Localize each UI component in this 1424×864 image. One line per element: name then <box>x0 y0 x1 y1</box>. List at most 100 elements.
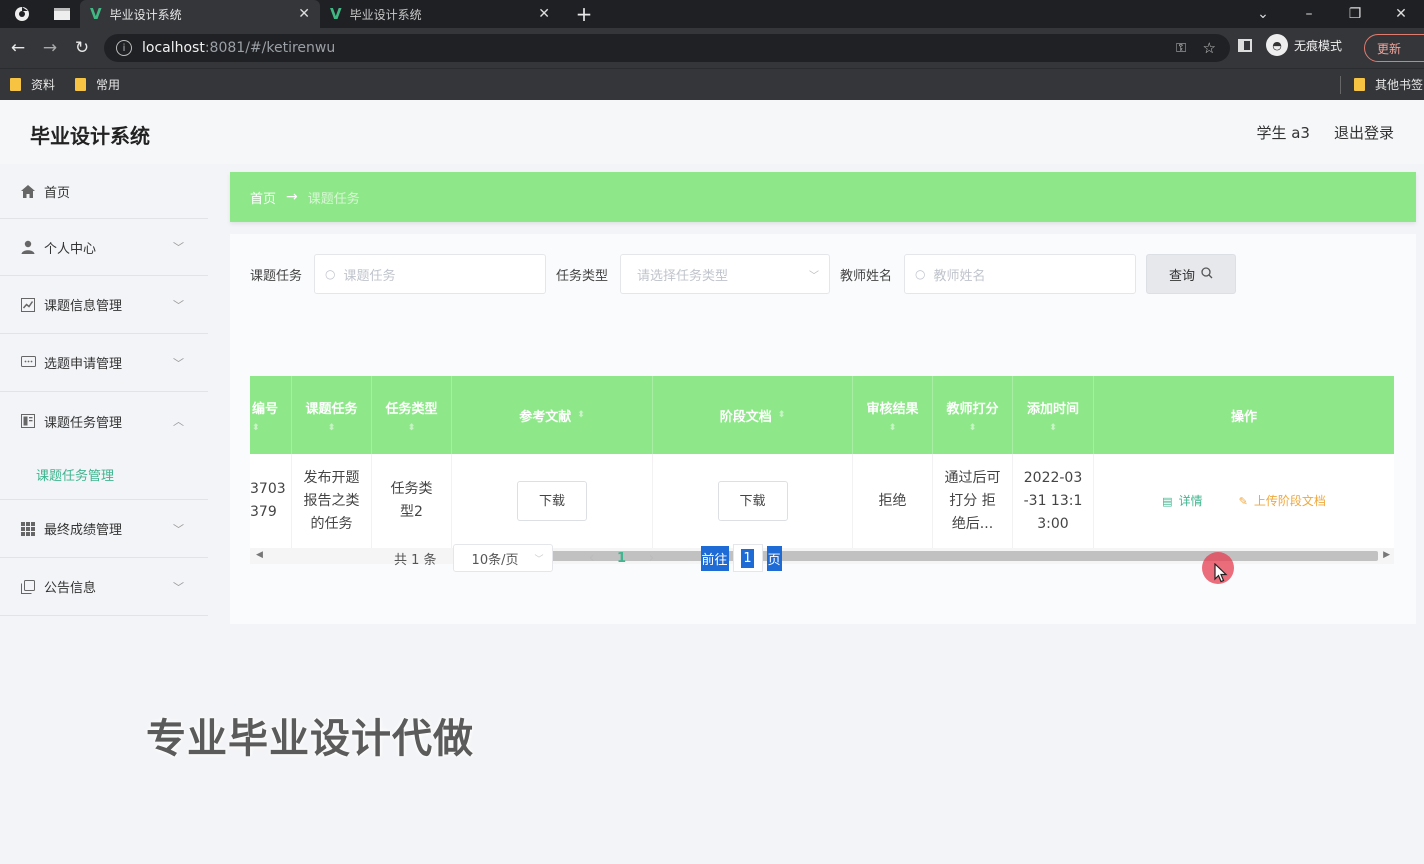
site-info-icon[interactable]: i <box>116 40 132 56</box>
tab-close-icon[interactable]: ✕ <box>298 6 310 22</box>
column-header-time[interactable]: 添加时间 ⬍ <box>1013 376 1094 454</box>
cell-stage-docs: 下载 <box>653 454 853 548</box>
browser-tab-active[interactable]: V 毕业设计系统 ✕ <box>80 0 320 28</box>
tab-overview-icon[interactable] <box>44 0 80 28</box>
upload-label: 上传阶段文档 <box>1253 493 1326 508</box>
cell-id: 3703 379 <box>250 454 292 548</box>
edit-icon: ✎ <box>1238 494 1248 508</box>
url-host: localhost <box>142 40 205 56</box>
vue-logo-icon: V <box>330 5 342 23</box>
task-placeholder: 课题任务 <box>343 268 396 284</box>
folder-icon <box>1354 78 1365 91</box>
detail-link[interactable]: ▤ 详情 <box>1162 490 1202 513</box>
new-tab-icon[interactable]: + <box>572 2 596 26</box>
chevron-down-icon: ﹀ <box>173 522 184 536</box>
watermark-text: 专业毕业设计代做 <box>146 716 474 762</box>
browser-logo-icon[interactable] <box>0 0 44 28</box>
chevron-down-icon: ﹀ <box>534 554 544 565</box>
sidebar-item-label: 个人中心 <box>44 241 97 257</box>
column-label: 参考文献 <box>519 409 572 425</box>
bookmark-folder[interactable]: 资料 <box>10 76 55 93</box>
pagination: 共 1 条 10条/页 ﹀ ‹ 1 › 前往 1 页 <box>394 544 782 572</box>
sidebar-item-home[interactable]: 首页 <box>0 164 208 218</box>
chart-icon <box>20 297 36 313</box>
prev-page-icon[interactable]: ‹ <box>577 550 607 566</box>
task-type-select[interactable]: 请选择任务类型 ﹀ <box>620 254 831 294</box>
sidebar-item-label: 首页 <box>44 185 71 201</box>
star-icon[interactable]: ☆ <box>1203 39 1216 57</box>
breadcrumb-home[interactable]: 首页 <box>250 188 276 207</box>
chevron-up-icon: ︿ <box>173 415 184 428</box>
sidebar-item-task-management[interactable]: 课题任务管理 ︿ <box>0 392 208 450</box>
cell-review: 拒绝 <box>853 454 933 548</box>
column-label: 添加时间 <box>1026 401 1079 417</box>
sidebar-item-topic-info[interactable]: 课题信息管理 ﹀ <box>0 276 208 334</box>
goto-value: 1 <box>741 548 754 568</box>
address-bar[interactable]: i localhost:8081/#/ketirenwu ⚿ ☆ <box>104 34 1230 62</box>
vue-logo-icon: V <box>90 5 102 23</box>
sort-icon[interactable]: ⬍ <box>1049 423 1057 433</box>
scroll-left-icon[interactable]: ◀ <box>256 550 263 560</box>
sort-icon[interactable]: ⬍ <box>778 410 786 420</box>
column-header-task[interactable]: 课题任务 ⬍ <box>292 376 372 454</box>
scroll-right-icon[interactable]: ▶ <box>1383 550 1390 560</box>
page-size-select[interactable]: 10条/页 ﹀ <box>452 544 553 572</box>
home-icon <box>20 183 36 199</box>
sort-icon[interactable]: ⬍ <box>408 423 416 433</box>
download-reference-button[interactable]: 下载 <box>517 481 587 521</box>
next-page-icon[interactable]: › <box>637 550 667 566</box>
back-icon[interactable]: ← <box>2 38 34 58</box>
sort-icon[interactable]: ⬍ <box>328 423 336 433</box>
key-icon[interactable]: ⚿ <box>1176 41 1186 56</box>
logout-link[interactable]: 退出登录 <box>1334 122 1394 143</box>
sidebar-item-selection[interactable]: 选题申请管理 ﹀ <box>0 334 208 392</box>
message-icon <box>20 355 36 371</box>
sidebar-subitem-label: 课题任务管理 <box>36 469 115 484</box>
column-label: 任务类型 <box>385 401 438 417</box>
column-header-score[interactable]: 教师打分 ⬍ <box>933 376 1013 454</box>
sort-icon[interactable]: ⬍ <box>969 423 977 433</box>
teacher-search-input[interactable]: ○ 教师姓名 <box>904 254 1137 294</box>
column-header-references[interactable]: 参考文献 ⬍ <box>452 376 653 454</box>
cell-task: 发布开题报告之类的任务 <box>292 454 372 548</box>
restore-icon[interactable]: ❐ <box>1332 6 1378 22</box>
incognito-indicator[interactable]: ◓ 无痕模式 <box>1238 34 1342 56</box>
upload-stage-doc-link[interactable]: ✎ 上传阶段文档 <box>1239 490 1326 513</box>
sort-icon[interactable]: ⬍ <box>889 423 897 433</box>
page-number[interactable]: 1 <box>607 551 637 566</box>
sidebar-item-profile[interactable]: 个人中心 ﹀ <box>0 218 208 276</box>
goto-suffix: 页 <box>766 545 782 571</box>
sidebar-item-announcements[interactable]: 公告信息 ﹀ <box>0 558 208 616</box>
sidebar-item-final-grades[interactable]: 最终成绩管理 ﹀ <box>0 500 208 558</box>
goto-page-input[interactable]: 1 <box>732 544 763 572</box>
sort-icon[interactable]: ⬍ <box>577 410 585 420</box>
other-bookmarks[interactable]: 其他书签 <box>1354 76 1423 93</box>
folder-icon <box>75 78 87 91</box>
bookmark-separator <box>1340 75 1341 94</box>
bookmark-folder[interactable]: 常用 <box>75 76 120 93</box>
table-header: 编号 ⬍ 课题任务 ⬍ 任务类型 ⬍ 参考文献 ⬍ 阶段文档 ⬍ 审核结果 ⬍ 教师打分 ⬍ … <box>250 376 1394 454</box>
download-stage-doc-button[interactable]: 下载 <box>717 481 788 521</box>
sort-icon[interactable]: ⬍ <box>252 423 260 433</box>
column-header-review[interactable]: 审核结果 ⬍ <box>853 376 933 454</box>
window-close-icon[interactable]: ✕ <box>1378 6 1424 22</box>
column-label: 编号 <box>252 401 279 417</box>
forward-icon[interactable]: → <box>34 38 66 58</box>
tab-close-icon[interactable]: ✕ <box>538 6 550 22</box>
reload-icon[interactable]: ↻ <box>66 38 98 58</box>
update-button[interactable]: 更新 <box>1364 34 1424 62</box>
column-header-id[interactable]: 编号 ⬍ <box>250 376 292 454</box>
incognito-label: 无痕模式 <box>1294 38 1343 53</box>
query-button[interactable]: 查询 <box>1146 254 1237 294</box>
column-header-type[interactable]: 任务类型 ⬍ <box>372 376 452 454</box>
browser-tab-strip: V 毕业设计系统 ✕ V 毕业设计系统 ✕ + ⌄ – ❐ ✕ <box>0 0 1424 28</box>
sidebar-subitem-task-management[interactable]: 课题任务管理 <box>0 450 208 500</box>
browser-toolbar: ← → ↻ i localhost:8081/#/ketirenwu ⚿ ☆ ◓… <box>0 28 1424 68</box>
column-header-stage-docs[interactable]: 阶段文档 ⬍ <box>653 376 853 454</box>
tab-search-icon[interactable]: ⌄ <box>1240 6 1286 22</box>
user-area: 学生 a3 退出登录 <box>1232 122 1394 143</box>
minimize-icon[interactable]: – <box>1286 6 1332 22</box>
side-panel-icon[interactable] <box>1238 38 1252 52</box>
browser-tab-inactive[interactable]: V 毕业设计系统 ✕ <box>320 0 560 28</box>
task-search-input[interactable]: ○ 课题任务 <box>314 254 547 294</box>
